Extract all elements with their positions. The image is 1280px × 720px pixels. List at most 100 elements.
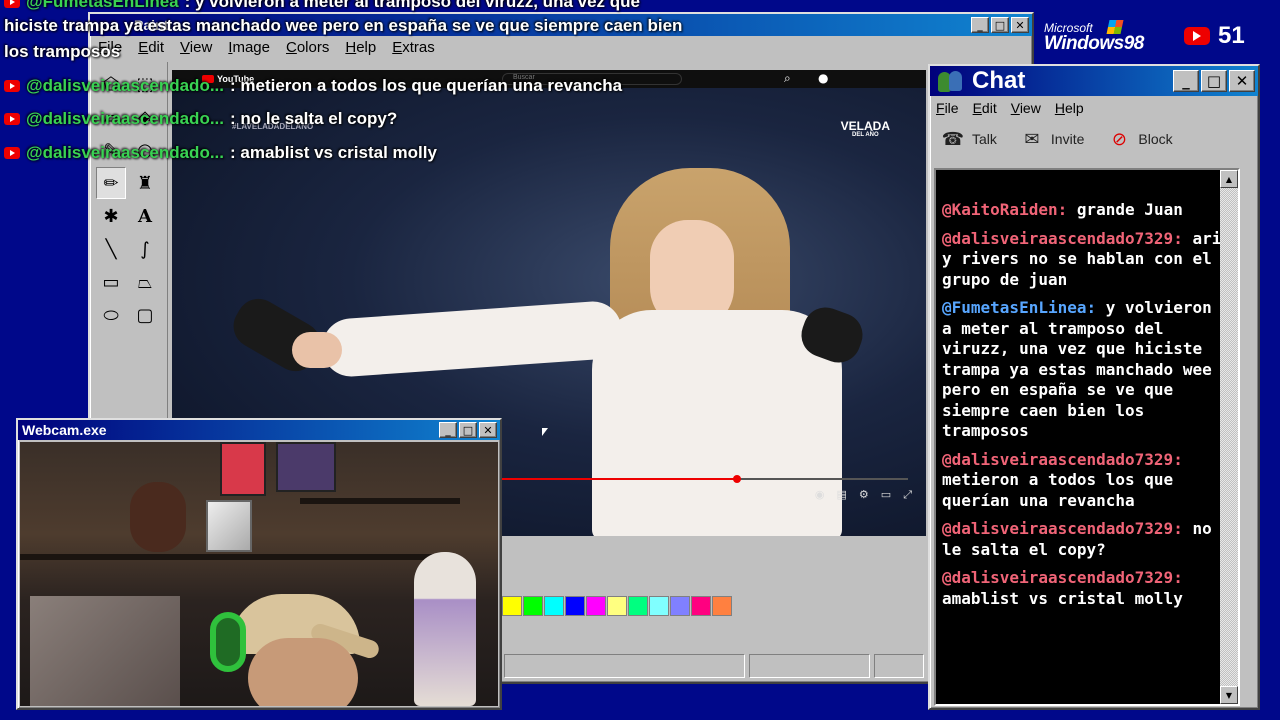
person-arm (320, 299, 624, 379)
youtube-icon (1184, 27, 1210, 45)
color-swatch[interactable] (628, 596, 648, 616)
viewer-count-value: 51 (1218, 22, 1245, 49)
subtitles-icon[interactable]: ▤ (837, 488, 847, 502)
ellipse-icon[interactable]: ⬭ (96, 299, 126, 331)
curve-icon[interactable]: ∫ (130, 233, 160, 265)
menu-edit[interactable]: Edit (138, 39, 164, 56)
youtube-badge-icon (4, 80, 20, 92)
chat-message: @dalisveiraascendado7329: metieron a tod… (942, 450, 1222, 512)
overlay-line: hiciste trampa ya estas manchado wee per… (4, 16, 682, 36)
chat-message: @KaitoRaiden: grande Juan (942, 200, 1222, 221)
chat-username: @dalisveiraascendado7329: (942, 228, 1183, 248)
rectangle-icon[interactable]: ▭ (96, 266, 126, 298)
minimize-button[interactable]: _ (971, 17, 989, 33)
youtube-play-button-plaque (206, 500, 252, 552)
chat-titlebar[interactable]: Chat _ □ ✕ (930, 66, 1258, 96)
line-icon[interactable]: ╲ (96, 233, 126, 265)
color-swatch[interactable] (607, 596, 627, 616)
block-button[interactable]: ⊘ Block (1106, 126, 1173, 152)
video-seekbar[interactable] (502, 475, 908, 483)
brush-icon[interactable]: ♜ (130, 167, 160, 199)
youtube-badge-icon (4, 0, 20, 8)
menu-colors[interactable]: Colors (286, 39, 329, 56)
viewer-count: 51 (1184, 22, 1245, 50)
chat-scrollbar[interactable]: ▲ ▼ (1220, 170, 1238, 704)
people-icon (936, 69, 966, 93)
talk-button[interactable]: ☎ Talk (940, 126, 997, 152)
chat-username: @FumetasEnLinea: (942, 298, 1097, 317)
person-hand (292, 332, 342, 368)
chat-message-list: @KaitoRaiden: grande Juan @dalisveiraasc… (942, 200, 1222, 617)
seek-progress (502, 478, 738, 480)
color-swatch[interactable] (670, 596, 690, 616)
mouse-cursor (542, 428, 548, 436)
close-button[interactable]: ✕ (479, 422, 497, 438)
color-swatch[interactable] (523, 596, 543, 616)
close-button[interactable]: ✕ (1229, 70, 1255, 92)
shelf (20, 554, 440, 560)
block-icon: ⊘ (1111, 128, 1127, 150)
scroll-down-button[interactable]: ▼ (1220, 686, 1238, 704)
overlay-message: : no le salta el copy? (230, 109, 398, 128)
overlay-user: @dalisveiraascendado... (26, 76, 224, 95)
minimize-button[interactable]: _ (439, 422, 457, 438)
teddy-bear (130, 482, 186, 552)
close-button[interactable]: ✕ (1011, 17, 1029, 33)
menu-help[interactable]: Help (345, 39, 376, 56)
theater-icon[interactable]: ▭ (881, 488, 891, 502)
maximize-button[interactable]: □ (1201, 70, 1227, 92)
webcam-titlebar[interactable]: Webcam.exe _ □ ✕ (18, 420, 500, 440)
autoplay-icon[interactable]: ◉ (815, 488, 825, 502)
minimize-button[interactable]: _ (1173, 70, 1199, 92)
color-swatch[interactable] (649, 596, 669, 616)
scroll-up-button[interactable]: ▲ (1220, 170, 1238, 188)
menu-image[interactable]: Image (228, 39, 270, 56)
pencil-icon[interactable]: ✏ (96, 167, 126, 199)
color-swatch[interactable] (565, 596, 585, 616)
chat-messages-pane[interactable]: @KaitoRaiden: grande Juan @dalisveiraasc… (934, 168, 1240, 706)
mic-icon[interactable]: ● (818, 71, 828, 85)
color-swatch[interactable] (502, 596, 522, 616)
chat-text: amablist vs cristal molly (942, 588, 1183, 608)
menu-file[interactable]: File (936, 100, 959, 116)
menu-view[interactable]: View (180, 39, 212, 56)
youtube-badge-icon (4, 147, 20, 159)
rounded-rect-icon[interactable]: ▢ (130, 299, 160, 331)
menu-extras[interactable]: Extras (392, 39, 435, 56)
status-cell (874, 654, 924, 678)
menu-view[interactable]: View (1011, 100, 1041, 116)
overlay-message: hiciste trampa ya estas manchado wee per… (4, 16, 683, 35)
invite-label: Invite (1050, 131, 1085, 147)
invite-icon: ✉ (1024, 128, 1040, 150)
fullscreen-icon[interactable]: ⤢ (903, 488, 912, 502)
velada-logo: VELADA DEL AÑO (841, 120, 890, 138)
color-swatch[interactable] (691, 596, 711, 616)
overlay-line: los tramposos (4, 42, 120, 62)
airbrush-icon[interactable]: ✱ (96, 200, 126, 232)
paint-statusbar (502, 652, 926, 680)
maximize-button[interactable]: □ (459, 422, 477, 438)
windows-label: Windows98 (1044, 33, 1144, 54)
overlay-message: : y volvieron a meter al tramposo del vi… (184, 0, 640, 11)
chat-title: Chat (972, 67, 1026, 94)
maximize-button[interactable]: □ (991, 17, 1009, 33)
search-icon[interactable]: ⌕ (784, 71, 791, 86)
overlay-line: @FumetasEnLinea : y volvieron a meter al… (4, 0, 640, 12)
menu-edit[interactable]: Edit (973, 100, 997, 116)
text-icon[interactable]: A (130, 200, 160, 232)
velada-brand: VELADA (840, 119, 890, 133)
polygon-icon[interactable]: ⏢ (130, 266, 160, 298)
portrait-painting (30, 596, 180, 706)
chat-username: @dalisveiraascendado7329: (942, 568, 1183, 587)
chat-window: Chat _ □ ✕ File Edit View Help ☎ Talk ✉ … (928, 64, 1260, 710)
invite-button[interactable]: ✉ Invite (1019, 126, 1084, 152)
menu-help[interactable]: Help (1055, 100, 1084, 116)
color-swatch[interactable] (712, 596, 732, 616)
settings-icon[interactable]: ⚙ (859, 488, 869, 502)
talk-label: Talk (972, 131, 997, 147)
chat-message: @dalisveiraascendado7329: ari y rivers n… (942, 229, 1222, 291)
chat-message: @dalisveiraascendado7329: no le salta el… (942, 519, 1222, 560)
color-swatch[interactable] (544, 596, 564, 616)
chat-toolbar: ☎ Talk ✉ Invite ⊘ Block (930, 120, 1258, 158)
color-swatch[interactable] (586, 596, 606, 616)
